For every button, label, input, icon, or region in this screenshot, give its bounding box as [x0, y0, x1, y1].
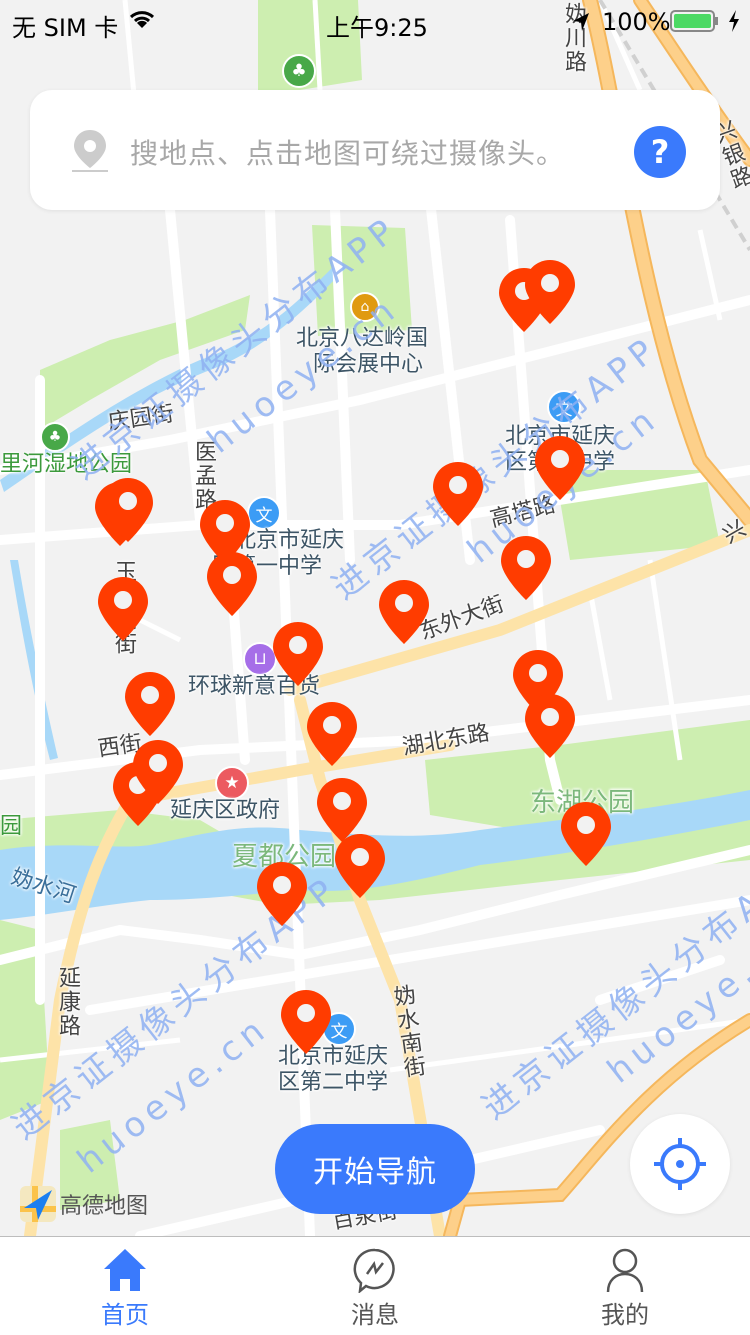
location-pin-icon	[70, 128, 110, 178]
camera-pin-icon[interactable]	[123, 670, 177, 738]
start-navigation-button[interactable]: 开始导航	[275, 1124, 475, 1214]
park-poi-icon: ♣	[282, 54, 316, 88]
camera-pin-icon[interactable]	[499, 534, 553, 602]
tab-label: 我的	[601, 1301, 649, 1329]
road-label: 延康路	[55, 966, 80, 1038]
camera-pin-icon[interactable]	[96, 575, 150, 643]
home-icon	[104, 1249, 146, 1291]
tab-profile[interactable]: 我的	[500, 1237, 750, 1335]
camera-pin-icon[interactable]	[305, 700, 359, 768]
label-line: 区第二中学	[278, 1070, 389, 1095]
profile-icon	[606, 1248, 644, 1293]
charging-icon	[728, 10, 740, 38]
tab-messages[interactable]: 消息	[250, 1237, 500, 1335]
camera-pin-icon[interactable]	[431, 460, 485, 528]
crosshair-icon	[654, 1138, 706, 1190]
camera-pin-icon[interactable]	[279, 988, 333, 1056]
search-placeholder[interactable]: 搜地点、点击地图可绕过摄像头。	[130, 132, 565, 172]
locate-me-button[interactable]	[630, 1114, 730, 1214]
camera-pin-icon[interactable]	[131, 738, 185, 806]
tab-bar: 首页 消息 我的	[0, 1236, 750, 1335]
poi-label-government: 延庆区政府	[170, 798, 281, 823]
amap-logo: 高德地图	[20, 1186, 148, 1222]
camera-pin-icon[interactable]	[523, 692, 577, 760]
time-text: 上午9:25	[326, 14, 428, 42]
carrier-text: 无 SIM 卡	[12, 14, 119, 42]
tab-home[interactable]: 首页	[0, 1237, 250, 1335]
camera-pin-icon[interactable]	[523, 258, 577, 326]
help-button[interactable]: ?	[634, 126, 686, 178]
camera-pin-icon[interactable]	[255, 860, 309, 928]
wifi-icon	[128, 8, 156, 36]
amap-logo-icon	[20, 1186, 56, 1222]
school-poi-icon: 文	[247, 496, 281, 530]
status-bar: 无 SIM 卡 上午9:25 100%	[0, 0, 750, 42]
search-bar[interactable]: 搜地点、点击地图可绕过摄像头。 ?	[30, 90, 720, 210]
amap-logo-text: 高德地图	[60, 1194, 149, 1219]
tab-label: 消息	[351, 1301, 399, 1329]
camera-pin-icon[interactable]	[205, 550, 259, 618]
camera-pin-icon[interactable]	[533, 434, 587, 502]
tab-label: 首页	[101, 1301, 149, 1329]
message-icon	[353, 1248, 395, 1293]
camera-pin-icon[interactable]	[377, 578, 431, 646]
location-arrow-icon	[572, 10, 590, 38]
camera-pin-icon[interactable]	[271, 620, 325, 688]
camera-pin-icon[interactable]	[101, 476, 155, 544]
park-label: 园	[0, 814, 23, 839]
battery-icon	[670, 10, 720, 38]
government-poi-icon: ★	[215, 766, 249, 800]
battery-text: 100%	[602, 8, 671, 36]
camera-pin-icon[interactable]	[559, 800, 613, 868]
camera-pin-icon[interactable]	[333, 832, 387, 900]
